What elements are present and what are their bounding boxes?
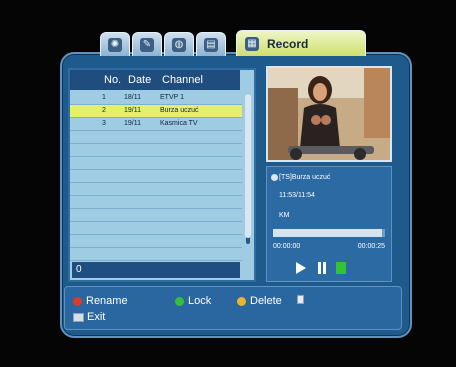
satellite-icon: ✺ [108,37,122,52]
time-end: 00:00:25 [357,243,385,250]
item-no: 1 [102,94,106,101]
list-item-empty [70,157,242,170]
recording-time: 11:53/11:54 [279,192,315,199]
film-icon: ▤ [204,37,218,52]
list-item-empty [70,196,242,209]
red-key-icon [73,296,82,306]
item-no: 2 [102,107,106,114]
item-date: 19/11 [124,107,141,114]
list-header: No. Date Channel [70,70,240,90]
blue-key-button[interactable] [297,295,307,304]
list-item-selected[interactable]: 2 19/11 Burza uczuć [70,105,242,118]
list-item-empty [70,170,242,183]
item-channel: Burza uczuć [160,107,199,114]
key-help-bar: Rename Lock Delete Exit [64,286,402,330]
tab-film[interactable]: ▤ [196,32,226,56]
video-preview [266,66,392,162]
preview-image [268,68,390,160]
record-dot-icon [271,174,278,181]
tab-record-label: Record [267,36,309,51]
record-icon: ▦ [245,36,259,51]
footer-value: 0 [76,264,82,275]
recording-info-panel: [TS]Burza uczuć 11:53/11:54 KM 00:00:00 … [266,166,392,282]
progress-fill [273,229,382,237]
tv-screen: ✺ ✎ ◍ ▤ ▦ Record No. Date Channel 1 18/1… [0,0,456,367]
recording-list: No. Date Channel 1 18/11 ETVP 1 2 19/11 … [68,68,256,282]
stop-icon[interactable] [335,261,347,275]
delete-button[interactable]: Delete [237,295,282,307]
list-item[interactable]: 3 19/11 Kasmica TV [70,118,242,131]
item-no: 3 [102,120,106,127]
scrollbar-thumb[interactable] [245,94,251,238]
recording-size: KM [279,212,290,219]
lock-label: Lock [188,295,212,307]
list-scrollbar[interactable] [245,94,251,244]
lock-button[interactable]: Lock [175,295,211,307]
item-channel: Kasmica TV [160,120,198,127]
list-rows: 1 18/11 ETVP 1 2 19/11 Burza uczuć 3 19/… [70,92,242,261]
rename-button[interactable]: Rename [73,295,128,307]
list-item-empty [70,183,242,196]
item-date: 18/11 [124,94,141,101]
list-footer: 0 [72,262,240,278]
list-item-empty [70,131,242,144]
column-channel: Channel [162,74,203,86]
yellow-key-icon [237,296,246,306]
pause-icon[interactable] [317,261,327,275]
item-date: 19/11 [124,120,141,127]
tab-record[interactable]: ▦ Record [236,30,366,56]
tab-globe[interactable]: ◍ [164,32,194,56]
recording-title: [TS]Burza uczuć [279,174,331,181]
list-item-empty [70,248,242,261]
item-channel: ETVP 1 [160,94,184,101]
rename-label: Rename [86,295,128,307]
column-date: Date [128,74,152,86]
list-item-empty [70,235,242,248]
exit-button[interactable]: Exit [73,311,105,323]
playback-progress[interactable] [273,229,385,237]
list-item-empty [70,144,242,157]
list-item-empty [70,222,242,235]
tools-icon: ✎ [140,37,154,52]
tab-satellite[interactable]: ✺ [100,32,130,56]
tab-tools[interactable]: ✎ [132,32,162,56]
globe-icon: ◍ [172,37,186,52]
column-no: No. [104,74,122,86]
exit-key-icon [73,312,84,322]
exit-label: Exit [87,311,106,323]
list-item-empty [70,209,242,222]
delete-label: Delete [250,295,282,307]
green-key-icon [175,296,184,306]
play-icon[interactable] [295,261,307,275]
time-start: 00:00:00 [273,243,301,250]
blue-key-icon [297,295,304,304]
list-item[interactable]: 1 18/11 ETVP 1 [70,92,242,105]
